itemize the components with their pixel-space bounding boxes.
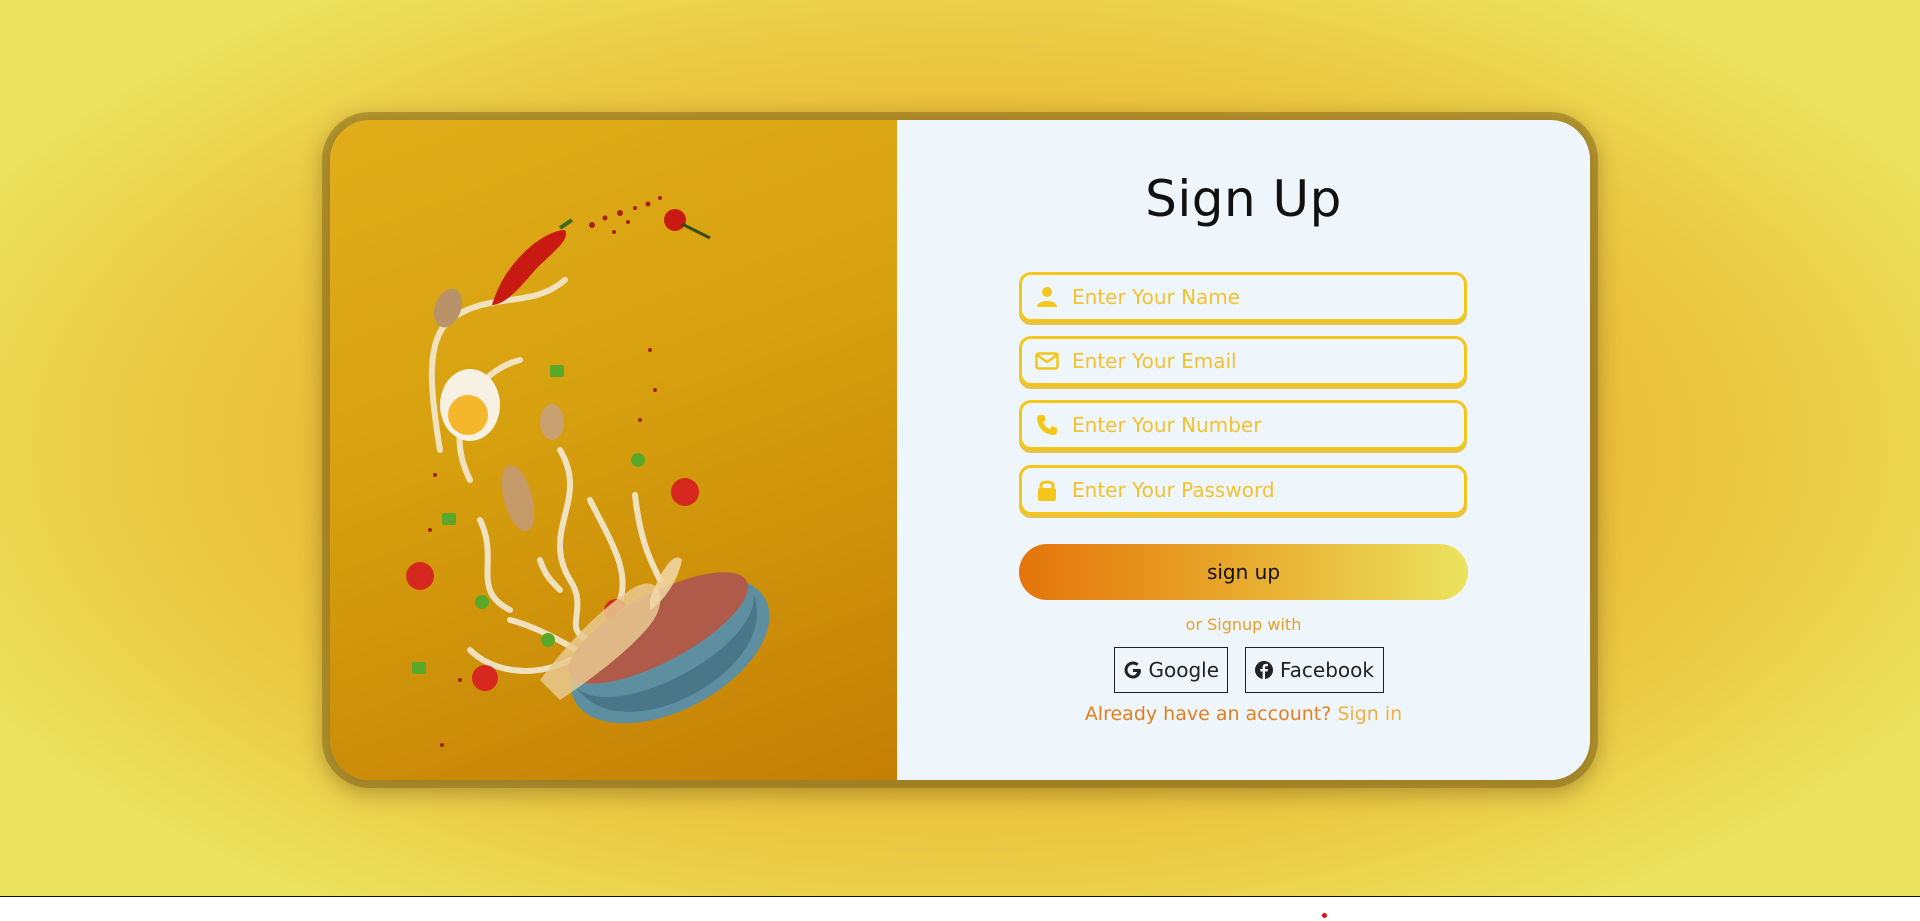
facebook-label: Facebook — [1280, 658, 1374, 682]
google-icon — [1123, 659, 1144, 681]
password-input[interactable] — [1070, 469, 1464, 511]
google-signup-button[interactable]: Google — [1114, 647, 1228, 693]
indicator-dot — [1322, 913, 1327, 918]
page-title: Sign Up — [1145, 170, 1342, 228]
name-input[interactable] — [1070, 276, 1464, 318]
signin-prompt: Already have an account? Sign in — [897, 703, 1590, 725]
lock-icon — [1034, 477, 1060, 503]
password-field — [1019, 465, 1467, 515]
user-icon — [1034, 284, 1060, 310]
food-illustration — [330, 120, 897, 780]
name-field — [1019, 272, 1467, 322]
envelope-icon — [1034, 348, 1060, 374]
email-input[interactable] — [1070, 340, 1464, 382]
phone-input[interactable] — [1070, 404, 1464, 446]
phone-field — [1019, 400, 1467, 450]
signup-form-panel: Sign Up sign up or Signup — [897, 120, 1590, 780]
alt-signup-text: or Signup with — [1185, 615, 1302, 634]
facebook-signup-button[interactable]: Facebook — [1245, 647, 1384, 693]
phone-icon — [1034, 412, 1060, 438]
google-label: Google — [1148, 658, 1219, 682]
signup-card: Sign Up sign up or Signup — [330, 120, 1590, 780]
account-prompt-text: Already have an account? — [1084, 703, 1332, 725]
signup-button[interactable]: sign up — [1019, 544, 1468, 600]
email-field — [1019, 336, 1467, 386]
facebook-icon — [1254, 659, 1276, 681]
signin-link[interactable]: Sign in — [1337, 703, 1402, 725]
flying-ramen-image — [406, 196, 770, 747]
page-divider — [0, 896, 1920, 897]
